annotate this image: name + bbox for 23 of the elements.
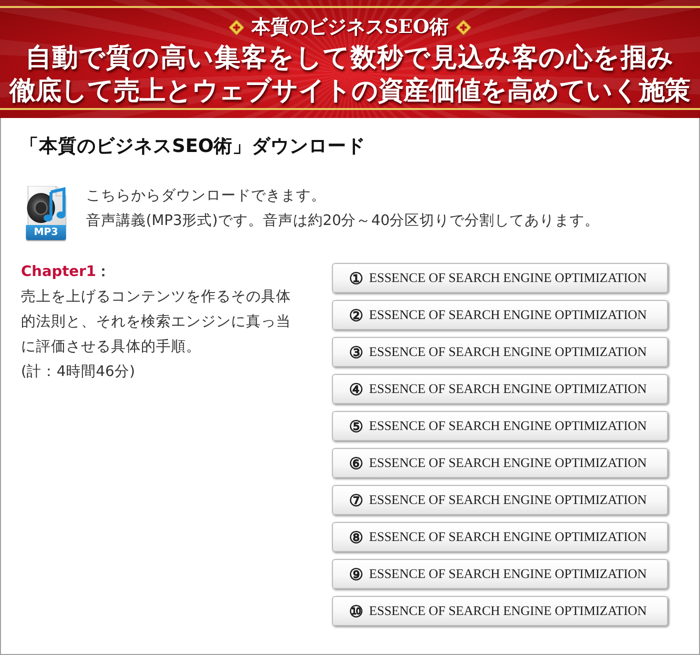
chapter-duration: (計：4時間46分): [21, 362, 136, 382]
download-button[interactable]: ① ESSENCE OF SEARCH ENGINE OPTIMIZATION: [332, 263, 668, 293]
banner-headline: 徹底して売上とウェブサイトの資産価値を高めていく施策: [10, 75, 690, 108]
ornament-icon: [228, 20, 244, 34]
download-button[interactable]: ⑨ ESSENCE OF SEARCH ENGINE OPTIMIZATION: [332, 559, 668, 589]
section-heading: 「本質のビジネスSEO術」ダウンロード: [20, 135, 367, 159]
download-button[interactable]: ⑩ ESSENCE OF SEARCH ENGINE OPTIMIZATION: [332, 596, 668, 626]
banner-subtitle: 本質のビジネスSEO術: [252, 15, 448, 39]
download-button[interactable]: ⑥ ESSENCE OF SEARCH ENGINE OPTIMIZATION: [332, 448, 668, 478]
download-button[interactable]: ⑤ ESSENCE OF SEARCH ENGINE OPTIMIZATION: [332, 411, 668, 441]
chapter-description: 売上を上げるコンテンツを作るその具体的法則と、それを検索エンジンに真っ当に評価させる具体的手順。: [21, 288, 292, 357]
download-button[interactable]: ⑧ ESSENCE OF SEARCH ENGINE OPTIMIZATION: [332, 522, 668, 552]
intro-text: 音声講義(MP3形式)です。音声は約20分～40分区切りで分割してあります。: [86, 212, 600, 231]
download-button[interactable]: ④ ESSENCE OF SEARCH ENGINE OPTIMIZATION: [332, 374, 668, 404]
download-button[interactable]: ② ESSENCE OF SEARCH ENGINE OPTIMIZATION: [332, 300, 668, 330]
chapter-heading: Chapter1：: [21, 263, 112, 282]
download-button[interactable]: ③ ESSENCE OF SEARCH ENGINE OPTIMIZATION: [332, 337, 668, 367]
download-button[interactable]: ⑦ ESSENCE OF SEARCH ENGINE OPTIMIZATION: [332, 485, 668, 515]
banner-headline: 自動で質の高い集客をして数秒で見込み客の心を掴み: [25, 42, 675, 75]
file-type-label: MP3: [26, 225, 66, 240]
ornament-icon: [456, 20, 472, 34]
audio-file-icon: [24, 186, 68, 226]
intro-text: こちらからダウンロードできます。: [86, 187, 327, 206]
